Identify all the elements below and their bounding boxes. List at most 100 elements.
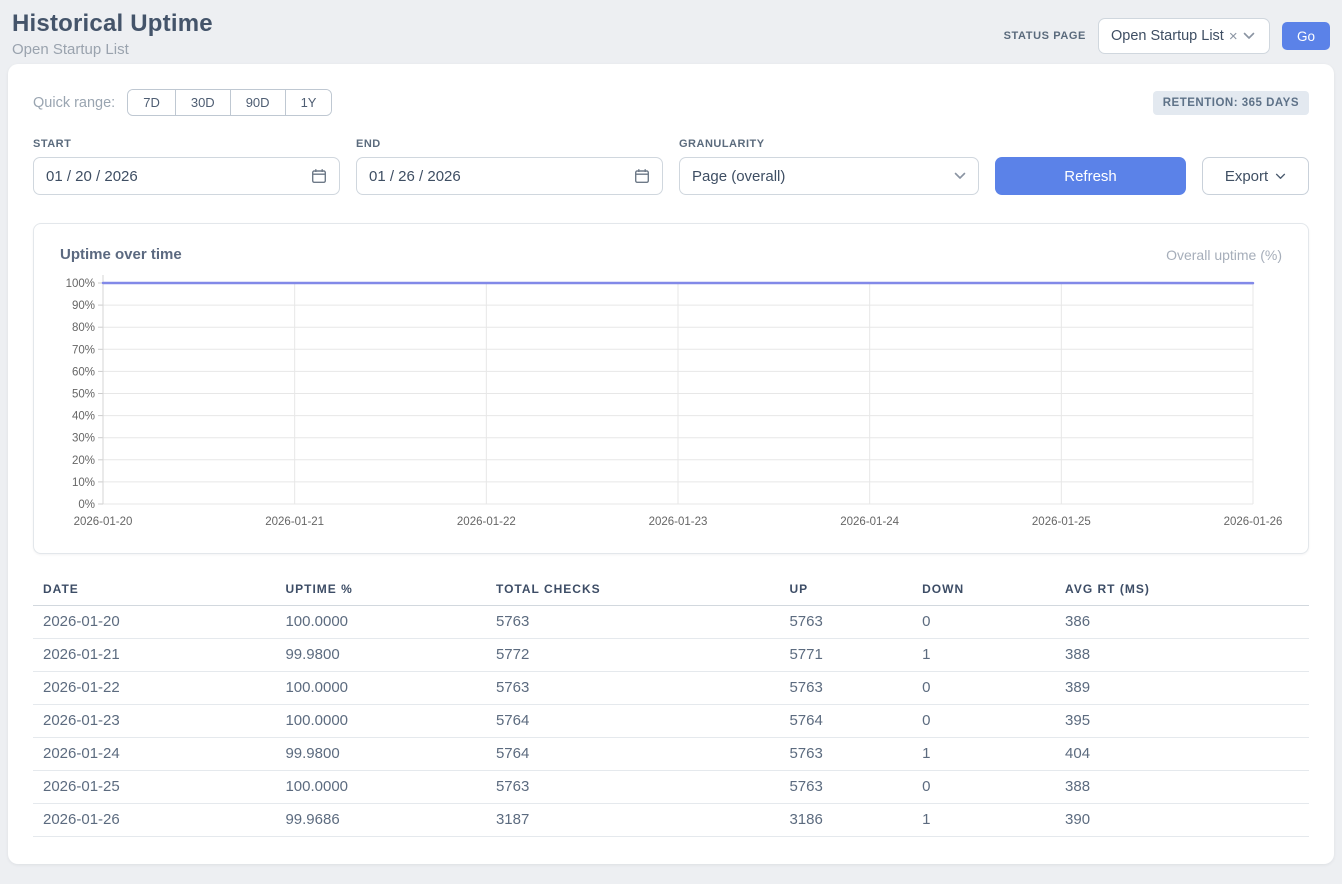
page-subtitle: Open Startup List bbox=[12, 41, 213, 58]
column-header: UPTIME % bbox=[275, 578, 486, 606]
y-axis-tick-label: 90% bbox=[72, 300, 95, 312]
table-cell: 1 bbox=[912, 738, 1055, 771]
quick-range-7d-button[interactable]: 7D bbox=[128, 90, 176, 115]
start-date-field: START 01 / 20 / 2026 bbox=[33, 138, 340, 195]
table-cell: 3186 bbox=[779, 804, 912, 837]
table-cell: 5771 bbox=[779, 639, 912, 672]
x-axis-tick-label: 2026-01-23 bbox=[649, 516, 708, 528]
column-header: UP bbox=[779, 578, 912, 606]
quick-range-90d-button[interactable]: 90D bbox=[231, 90, 286, 115]
table-cell: 2026-01-20 bbox=[33, 606, 275, 639]
table-cell: 5764 bbox=[486, 705, 779, 738]
calendar-icon[interactable] bbox=[311, 168, 327, 184]
chevron-down-icon bbox=[954, 172, 966, 180]
table-row: 2026-01-22100.0000576357630389 bbox=[33, 672, 1309, 705]
chart-legend: Overall uptime (%) bbox=[1166, 247, 1282, 263]
table-row: 2026-01-23100.0000576457640395 bbox=[33, 705, 1309, 738]
table-cell: 5764 bbox=[779, 705, 912, 738]
table-row: 2026-01-2499.9800576457631404 bbox=[33, 738, 1309, 771]
table-cell: 2026-01-24 bbox=[33, 738, 275, 771]
table-cell: 2026-01-23 bbox=[33, 705, 275, 738]
y-axis-tick-label: 10% bbox=[72, 477, 95, 489]
table-cell: 390 bbox=[1055, 804, 1309, 837]
chevron-down-icon bbox=[1243, 32, 1255, 40]
table-cell: 5763 bbox=[486, 606, 779, 639]
start-date-label: START bbox=[33, 138, 340, 150]
x-axis-tick-label: 2026-01-26 bbox=[1224, 516, 1283, 528]
page-title: Historical Uptime bbox=[12, 10, 213, 38]
table-cell: 404 bbox=[1055, 738, 1309, 771]
x-axis-tick-label: 2026-01-25 bbox=[1032, 516, 1091, 528]
go-button[interactable]: Go bbox=[1282, 22, 1330, 50]
calendar-icon[interactable] bbox=[634, 168, 650, 184]
table-cell: 100.0000 bbox=[275, 705, 486, 738]
start-date-input[interactable]: 01 / 20 / 2026 bbox=[33, 157, 340, 195]
export-button[interactable]: Export bbox=[1202, 157, 1309, 195]
title-block: Historical Uptime Open Startup List bbox=[12, 10, 213, 58]
column-header: TOTAL CHECKS bbox=[486, 578, 779, 606]
quick-range-group: 7D30D90D1Y bbox=[127, 89, 332, 116]
export-label: Export bbox=[1225, 168, 1268, 185]
end-date-field: END 01 / 26 / 2026 bbox=[356, 138, 663, 195]
column-header: DATE bbox=[33, 578, 275, 606]
table-cell: 100.0000 bbox=[275, 606, 486, 639]
table-cell: 395 bbox=[1055, 705, 1309, 738]
end-date-label: END bbox=[356, 138, 663, 150]
table-cell: 5763 bbox=[779, 771, 912, 804]
status-page-select[interactable]: Open Startup List × bbox=[1098, 18, 1270, 54]
quick-range-1y-button[interactable]: 1Y bbox=[286, 90, 332, 115]
table-cell: 0 bbox=[912, 705, 1055, 738]
table-cell: 99.9686 bbox=[275, 804, 486, 837]
x-axis-tick-label: 2026-01-24 bbox=[840, 516, 899, 528]
chevron-down-icon bbox=[1275, 173, 1286, 180]
y-axis-tick-label: 40% bbox=[72, 411, 95, 423]
end-date-input[interactable]: 01 / 26 / 2026 bbox=[356, 157, 663, 195]
quick-range-30d-button[interactable]: 30D bbox=[176, 90, 231, 115]
main-panel: Quick range: 7D30D90D1Y RETENTION: 365 D… bbox=[8, 64, 1334, 864]
table-cell: 0 bbox=[912, 771, 1055, 804]
table-cell: 100.0000 bbox=[275, 771, 486, 804]
quick-range-label: Quick range: bbox=[33, 95, 115, 111]
chart-axis-labels: 2026-01-202026-01-212026-01-222026-01-23… bbox=[66, 278, 1283, 528]
clear-selection-icon[interactable]: × bbox=[1229, 29, 1238, 44]
y-axis-tick-label: 20% bbox=[72, 455, 95, 467]
table-cell: 5763 bbox=[779, 606, 912, 639]
table-cell: 5763 bbox=[486, 771, 779, 804]
y-axis-tick-label: 60% bbox=[72, 366, 95, 378]
chart-grid bbox=[98, 275, 1253, 504]
uptime-table: DATEUPTIME %TOTAL CHECKSUPDOWNAVG RT (MS… bbox=[33, 578, 1309, 837]
quick-range-row: Quick range: 7D30D90D1Y RETENTION: 365 D… bbox=[33, 89, 1309, 116]
granularity-select[interactable]: Page (overall) bbox=[679, 157, 979, 195]
chart-title: Uptime over time bbox=[60, 246, 182, 263]
table-cell: 2026-01-22 bbox=[33, 672, 275, 705]
table-cell: 2026-01-21 bbox=[33, 639, 275, 672]
table-cell: 100.0000 bbox=[275, 672, 486, 705]
granularity-selected-value: Page (overall) bbox=[692, 168, 785, 185]
y-axis-tick-label: 30% bbox=[72, 433, 95, 445]
status-page-label: STATUS PAGE bbox=[1004, 30, 1086, 42]
uptime-line-chart: 2026-01-202026-01-212026-01-222026-01-23… bbox=[52, 273, 1292, 535]
y-axis-tick-label: 80% bbox=[72, 322, 95, 334]
y-axis-tick-label: 70% bbox=[72, 344, 95, 356]
column-header: AVG RT (MS) bbox=[1055, 578, 1309, 606]
table-cell: 0 bbox=[912, 672, 1055, 705]
start-date-value: 01 / 20 / 2026 bbox=[46, 168, 138, 185]
table-cell: 5763 bbox=[779, 738, 912, 771]
table-cell: 388 bbox=[1055, 771, 1309, 804]
top-bar: Historical Uptime Open Startup List STAT… bbox=[0, 0, 1342, 64]
y-axis-tick-label: 100% bbox=[66, 278, 95, 290]
table-cell: 2026-01-25 bbox=[33, 771, 275, 804]
granularity-field: GRANULARITY Page (overall) bbox=[679, 138, 979, 195]
x-axis-tick-label: 2026-01-21 bbox=[265, 516, 324, 528]
table-cell: 1 bbox=[912, 639, 1055, 672]
table-cell: 3187 bbox=[486, 804, 779, 837]
table-body: 2026-01-20100.00005763576303862026-01-21… bbox=[33, 606, 1309, 837]
refresh-button[interactable]: Refresh bbox=[995, 157, 1186, 195]
table-cell: 5763 bbox=[779, 672, 912, 705]
uptime-chart-card: Uptime over time Overall uptime (%) 2026… bbox=[33, 223, 1309, 554]
chart-header: Uptime over time Overall uptime (%) bbox=[52, 246, 1290, 263]
table-header-row: DATEUPTIME %TOTAL CHECKSUPDOWNAVG RT (MS… bbox=[33, 578, 1309, 606]
table-cell: 99.9800 bbox=[275, 738, 486, 771]
table-row: 2026-01-20100.0000576357630386 bbox=[33, 606, 1309, 639]
table-row: 2026-01-25100.0000576357630388 bbox=[33, 771, 1309, 804]
